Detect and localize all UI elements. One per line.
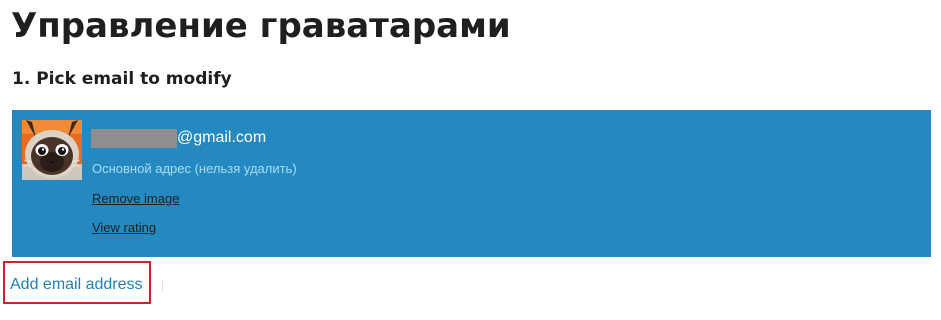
page-title: Управление граватарами xyxy=(11,6,511,46)
email-address[interactable]: @gmail.com xyxy=(91,128,266,148)
email-card[interactable]: @gmail.com Основной адрес (нельзя удалит… xyxy=(12,110,931,257)
remove-image-link[interactable]: Remove image xyxy=(92,191,179,207)
cat-avatar-image xyxy=(22,120,82,180)
view-rating-link[interactable]: View rating xyxy=(92,220,156,236)
divider xyxy=(162,280,163,292)
email-redaction-block xyxy=(91,128,177,148)
primary-address-note: Основной адрес (нельзя удалить) xyxy=(92,161,297,176)
email-domain: @gmail.com xyxy=(177,129,267,146)
cat-avatar-icon[interactable] xyxy=(22,120,82,180)
add-email-address-link[interactable]: Add email address xyxy=(10,275,143,295)
section-heading: 1. Pick email to modify xyxy=(12,69,232,89)
